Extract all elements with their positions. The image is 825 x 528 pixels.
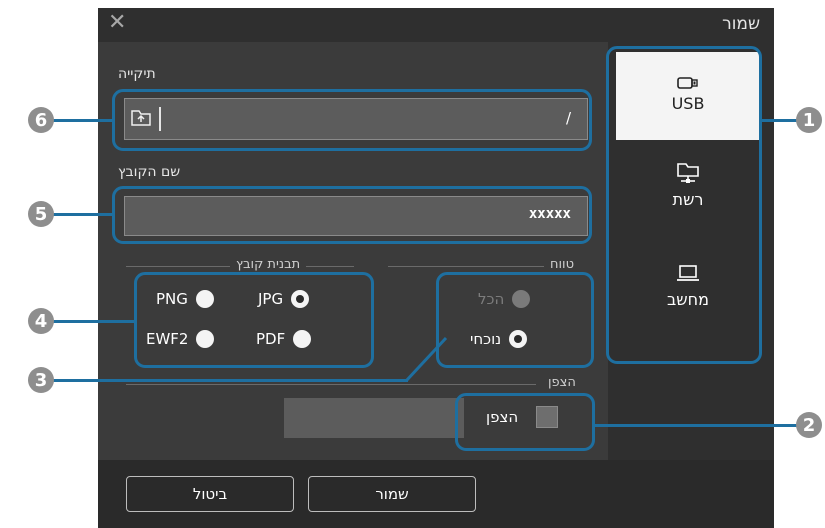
range-current-radio[interactable] [509,330,528,348]
callout-line-4 [50,320,134,323]
close-icon[interactable]: ✕ [108,12,126,34]
usb-drive-icon [616,74,760,94]
folder-path-value: / [565,109,571,127]
range-all-radio [512,290,531,308]
filename-label: שם הקובץ [118,164,181,180]
callout-badge-2: 2 [796,412,822,438]
filename-field[interactable]: xxxxx [124,196,588,236]
range-current-option[interactable]: נוכחי [470,330,528,348]
source-computer[interactable]: מחשב [616,250,760,340]
callout-badge-5: 5 [28,201,54,227]
range-section-label: טווח [544,257,581,272]
dialog-title: שמור [722,14,760,34]
callout-line-6 [50,119,112,122]
callout-badge-3: 3 [28,367,54,393]
dialog-footer: ביטול שמור [98,460,774,528]
format-jpg-label: JPG [258,290,284,308]
encrypt-checkbox[interactable] [536,406,558,428]
callout-line-2 [595,424,805,427]
source-computer-label: מחשב [667,290,709,309]
format-ewf2-label: EWF2 [146,330,189,348]
callout-line-5 [50,213,112,216]
source-sidebar: USB רשת מחשב [608,42,774,468]
folder-field[interactable]: / [124,98,588,140]
encrypt-checkbox-label: הצפן [486,408,519,426]
source-network[interactable]: רשת [616,150,760,240]
range-all-option: הכל [478,290,531,308]
save-button[interactable]: שמור [308,476,476,512]
encrypt-divider [126,384,536,385]
format-jpg-radio[interactable] [291,290,310,308]
range-current-label: נוכחי [470,330,502,348]
format-pdf-radio[interactable] [293,330,312,348]
filename-value: xxxxx [528,206,571,222]
range-all-label: הכל [478,290,505,308]
source-network-label: רשת [672,190,704,209]
source-usb-label: USB [671,94,705,113]
callout-badge-4: 4 [28,308,54,334]
format-png-radio[interactable] [195,290,214,308]
format-ewf2-option[interactable]: EWF2 [146,330,215,348]
encrypt-section-label: הצפן [542,375,582,390]
encrypt-password-field [284,398,464,438]
folder-label: תיקייה [118,66,156,82]
format-pdf-label: PDF [256,330,286,348]
format-jpg-option[interactable]: JPG [258,290,310,308]
format-ewf2-radio[interactable] [196,330,215,348]
cancel-button[interactable]: ביטול [126,476,294,512]
format-pdf-option[interactable]: PDF [256,330,312,348]
callout-line-3 [50,379,408,382]
computer-icon [616,264,760,290]
callout-badge-6: 6 [28,107,54,133]
save-dialog: ✕ שמור USB רשת מחשב תיקייה / שם הקובץ xx… [98,8,774,528]
title-bar: ✕ שמור [98,8,774,42]
format-png-label: PNG [156,290,188,308]
callout-badge-1: 1 [796,107,822,133]
callout-line-3-diagonal [404,336,448,383]
format-png-option[interactable]: PNG [156,290,214,308]
format-section-label: תבנית קובץ [230,257,307,272]
network-folder-icon [616,162,760,190]
folder-browse-icon[interactable] [129,107,161,131]
source-usb[interactable]: USB [616,52,760,140]
range-divider [388,266,558,267]
